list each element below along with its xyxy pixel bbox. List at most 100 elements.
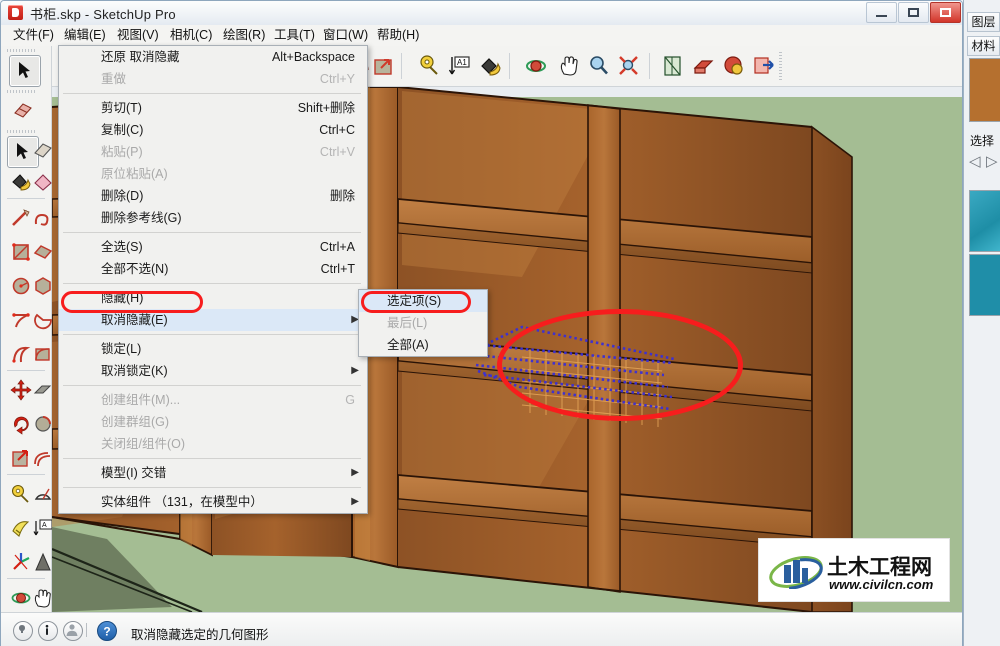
civilcn-logo-icon [769, 556, 823, 589]
menu-item-unlock[interactable]: 取消锁定(K) ▶ [59, 360, 367, 382]
menu-item-undo-unhide[interactable]: 还原 取消隐藏 Alt+Backspace [59, 46, 367, 68]
eraser-icon[interactable] [9, 96, 39, 126]
menu-window[interactable]: 窗口(W) [317, 27, 374, 44]
help-icon[interactable]: ? [97, 621, 117, 641]
select-arrow-icon[interactable] [9, 55, 41, 87]
zoom-extents-icon[interactable] [614, 51, 644, 81]
dimension-icon[interactable]: A1 [445, 51, 475, 81]
menu-help[interactable]: 帮助(H) [371, 27, 425, 44]
walk-icon[interactable] [719, 51, 749, 81]
left-toolbar: A [1, 46, 53, 640]
watermark-url: www.civilcn.com [829, 577, 934, 592]
menu-item-label: 删除参考线(G) [101, 211, 182, 225]
menu-separator [63, 232, 361, 233]
person-icon[interactable] [63, 621, 83, 641]
menu-item-hide[interactable]: 隐藏(H) [59, 287, 367, 309]
tape-measure-icon[interactable] [415, 51, 445, 81]
watermark: 土木工程网 www.civilcn.com [759, 539, 949, 601]
nav-back-icon[interactable]: ◁ [969, 152, 981, 170]
previous-view-icon[interactable] [658, 51, 688, 81]
chevron-right-icon: ▶ [351, 467, 359, 478]
sketchup-icon [8, 5, 23, 20]
menu-item-accel: G [345, 393, 355, 407]
water-swatch-2[interactable] [969, 254, 1000, 316]
menu-separator [63, 487, 361, 488]
menu-tools[interactable]: 工具(T) [268, 27, 321, 44]
window-controls [865, 2, 961, 23]
sketchup-application-window: 书柜.skp - SketchUp Pro 文件(F) 编辑(E) 视图(V) … [0, 0, 1000, 646]
menu-item-make-component: 创建组件(M)... G [59, 389, 367, 411]
unhide-submenu[interactable]: 选定项(S) 最后(L) 全部(A) [358, 289, 488, 357]
menu-item-label: 创建群组(G) [101, 415, 170, 429]
main-window-frame: 书柜.skp - SketchUp Pro 文件(F) 编辑(E) 视图(V) … [0, 0, 963, 646]
status-message: 取消隐藏选定的几何图形 [131, 628, 269, 642]
menu-item-copy[interactable]: 复制(C) Ctrl+C [59, 119, 367, 141]
menu-item-label: 删除(D) [101, 189, 144, 203]
menu-item-accel: 删除 [329, 189, 355, 203]
wood-swatch[interactable] [969, 58, 1000, 122]
menu-item-accel: Shift+删除 [297, 101, 355, 115]
submenu-item-selected[interactable]: 选定项(S) [359, 290, 487, 312]
paint-bucket-icon[interactable] [475, 51, 505, 81]
menu-item-label: 关闭组/组件(O) [101, 437, 186, 451]
edit-dropdown-menu[interactable]: 还原 取消隐藏 Alt+Backspace 重做 Ctrl+Y 剪切(T) Sh… [58, 45, 368, 514]
menu-item-paste: 粘贴(P) Ctrl+V [59, 141, 367, 163]
menu-item-select-none[interactable]: 全部不选(N) Ctrl+T [59, 258, 367, 280]
maximize-button[interactable] [898, 2, 929, 23]
menu-item-label: 原位粘贴(A) [101, 167, 168, 181]
info-icon[interactable] [38, 621, 58, 641]
menu-edit[interactable]: 编辑(E) [58, 27, 112, 44]
window-title: 书柜.skp - SketchUp Pro [30, 7, 176, 22]
menu-item-accel: Ctrl+A [319, 240, 355, 254]
chevron-right-icon: ▶ [351, 365, 359, 376]
submenu-item-all[interactable]: 全部(A) [359, 334, 487, 356]
menu-item-solid-component[interactable]: 实体组件 （131，在模型中） ▶ [59, 491, 367, 513]
svg-text:A: A [42, 522, 47, 529]
menu-item-make-group: 创建群组(G) [59, 411, 367, 433]
nav-forward-icon[interactable]: ▷ [986, 152, 998, 170]
menu-item-delete-guides[interactable]: 删除参考线(G) [59, 207, 367, 229]
menu-item-label: 实体组件 （131，在模型中） [101, 495, 263, 509]
menu-item-label: 全部不选(N) [101, 262, 169, 276]
menu-view[interactable]: 视图(V) [111, 27, 165, 44]
zoom-icon[interactable] [584, 51, 614, 81]
right-dock-panel: 图层 材料 选择 ◁ ▷ [963, 0, 1000, 646]
menu-item-cut[interactable]: 剪切(T) Shift+删除 [59, 97, 367, 119]
menu-item-delete[interactable]: 删除(D) 删除 [59, 185, 367, 207]
water-swatch-1[interactable] [969, 190, 1000, 252]
submenu-item-label: 最后(L) [387, 316, 428, 330]
menu-bar: 文件(F) 编辑(E) 视图(V) 相机(C) 绘图(R) 工具(T) 窗口(W… [1, 25, 962, 71]
menu-separator [63, 458, 361, 459]
orbit-icon[interactable] [521, 51, 551, 81]
menu-item-label: 全选(S) [101, 240, 143, 254]
menu-item-label: 隐藏(H) [101, 291, 144, 305]
menu-draw[interactable]: 绘图(R) [217, 27, 271, 44]
menu-item-accel: Ctrl+Y [319, 72, 355, 86]
svg-text:A1: A1 [457, 58, 467, 67]
tab-layers[interactable]: 图层 [967, 12, 1000, 32]
menu-item-redo: 重做 Ctrl+Y [59, 68, 367, 90]
bulb-icon[interactable] [13, 621, 33, 641]
submenu-item-label: 全部(A) [387, 338, 429, 352]
menu-camera[interactable]: 相机(C) [164, 27, 218, 44]
menu-item-label: 模型(I) 交错 [101, 466, 167, 480]
menu-file[interactable]: 文件(F) [7, 27, 60, 44]
pan-icon[interactable] [554, 51, 584, 81]
look-around-icon[interactable] [749, 51, 779, 81]
menu-separator [63, 283, 361, 284]
minimize-button[interactable] [866, 2, 897, 23]
submenu-item-label: 选定项(S) [387, 294, 442, 308]
menu-item-lock[interactable]: 锁定(L) [59, 338, 367, 360]
menu-item-intersect-faces[interactable]: 模型(I) 交错 ▶ [59, 462, 367, 484]
tab-materials[interactable]: 材料 [967, 36, 1000, 56]
close-button[interactable] [930, 2, 961, 23]
menu-item-paste-in-place: 原位粘贴(A) [59, 163, 367, 185]
menu-separator [63, 93, 361, 94]
push-pull-icon[interactable] [369, 51, 399, 81]
position-camera-icon[interactable] [689, 51, 719, 81]
menu-item-select-all[interactable]: 全选(S) Ctrl+A [59, 236, 367, 258]
menu-item-accel: Alt+Backspace [271, 50, 355, 64]
select-label: 选择 [970, 134, 995, 148]
menu-item-unhide[interactable]: 取消隐藏(E) ▶ [59, 309, 367, 331]
menu-item-label: 锁定(L) [101, 342, 142, 356]
